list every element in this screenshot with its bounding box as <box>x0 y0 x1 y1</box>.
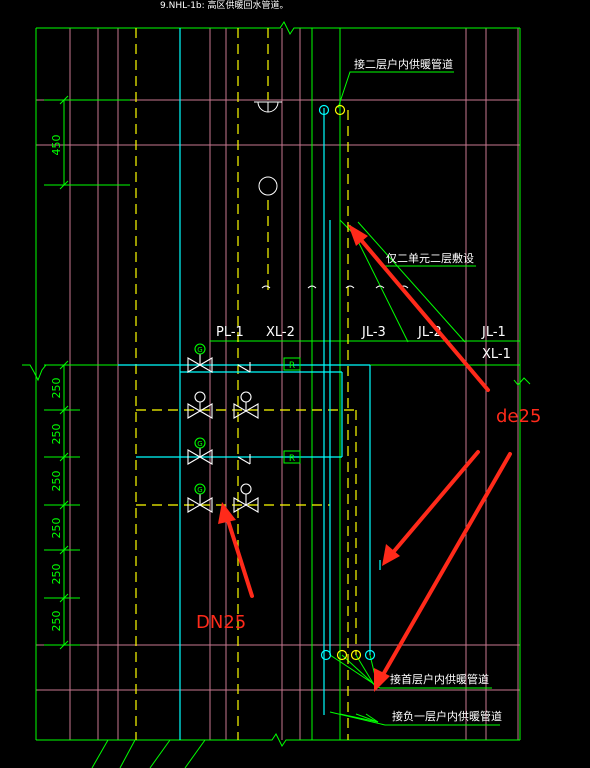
label-pl1: PL-1 <box>216 325 244 340</box>
valves: G G G <box>187 343 259 513</box>
heat-meters: R R <box>283 357 301 464</box>
label-unit-note: 仅二单元二层敷设 <box>386 251 474 265</box>
return-pipes-dashed <box>135 28 357 740</box>
label-basement-floor: 接负一层户内供暖管道 <box>392 709 502 723</box>
pipe-labels: 接二层户内供暖管道 仅二单元二层敷设 PL-1 XL-2 JL-3 JL-2 J… <box>216 57 511 723</box>
top-fixtures <box>254 101 282 196</box>
dim-250-5: 250 <box>50 564 63 585</box>
annotation-dn25: DN25 <box>196 612 246 633</box>
arrow-de25-lower <box>378 452 512 682</box>
dim-250-6: 250 <box>50 611 63 632</box>
dim-250-4: 250 <box>50 518 63 539</box>
label-top-pipe: 接二层户内供暖管道 <box>354 57 453 71</box>
header-note: 9.NHL-1b: 高区供暖回水管道。 <box>160 0 289 11</box>
dim-250-3: 250 <box>50 471 63 492</box>
label-xl2: XL-2 <box>266 325 295 340</box>
supply-pipes <box>118 28 381 740</box>
dimension-labels: 450 250 250 250 250 250 250 <box>50 135 63 632</box>
arrow-de25-middle <box>388 450 480 558</box>
dim-250-1: 250 <box>50 378 63 399</box>
label-jl3: JL-3 <box>361 325 386 340</box>
svg-text:G: G <box>197 440 202 448</box>
label-first-floor: 接首层户内供暖管道 <box>390 672 489 686</box>
dim-450: 450 <box>50 135 63 156</box>
riser-markers-top <box>318 104 346 116</box>
label-jl1: JL-1 <box>481 325 506 340</box>
heat-meter-1-label: R <box>289 361 295 371</box>
pink-grid <box>36 28 520 740</box>
svg-text:G: G <box>197 486 202 494</box>
dim-250-2: 250 <box>50 424 63 445</box>
label-xl1: XL-1 <box>482 347 511 362</box>
heat-meter-2-label: R <box>289 454 295 464</box>
svg-text:G: G <box>197 346 202 354</box>
heating-riser-diagram: 9.NHL-1b: 高区供暖回水管道。 450 250 250 250 250 … <box>22 0 541 768</box>
arrow-dn25 <box>224 512 254 598</box>
annotation-de25: de25 <box>496 406 541 427</box>
riser-break-marks <box>261 285 409 289</box>
